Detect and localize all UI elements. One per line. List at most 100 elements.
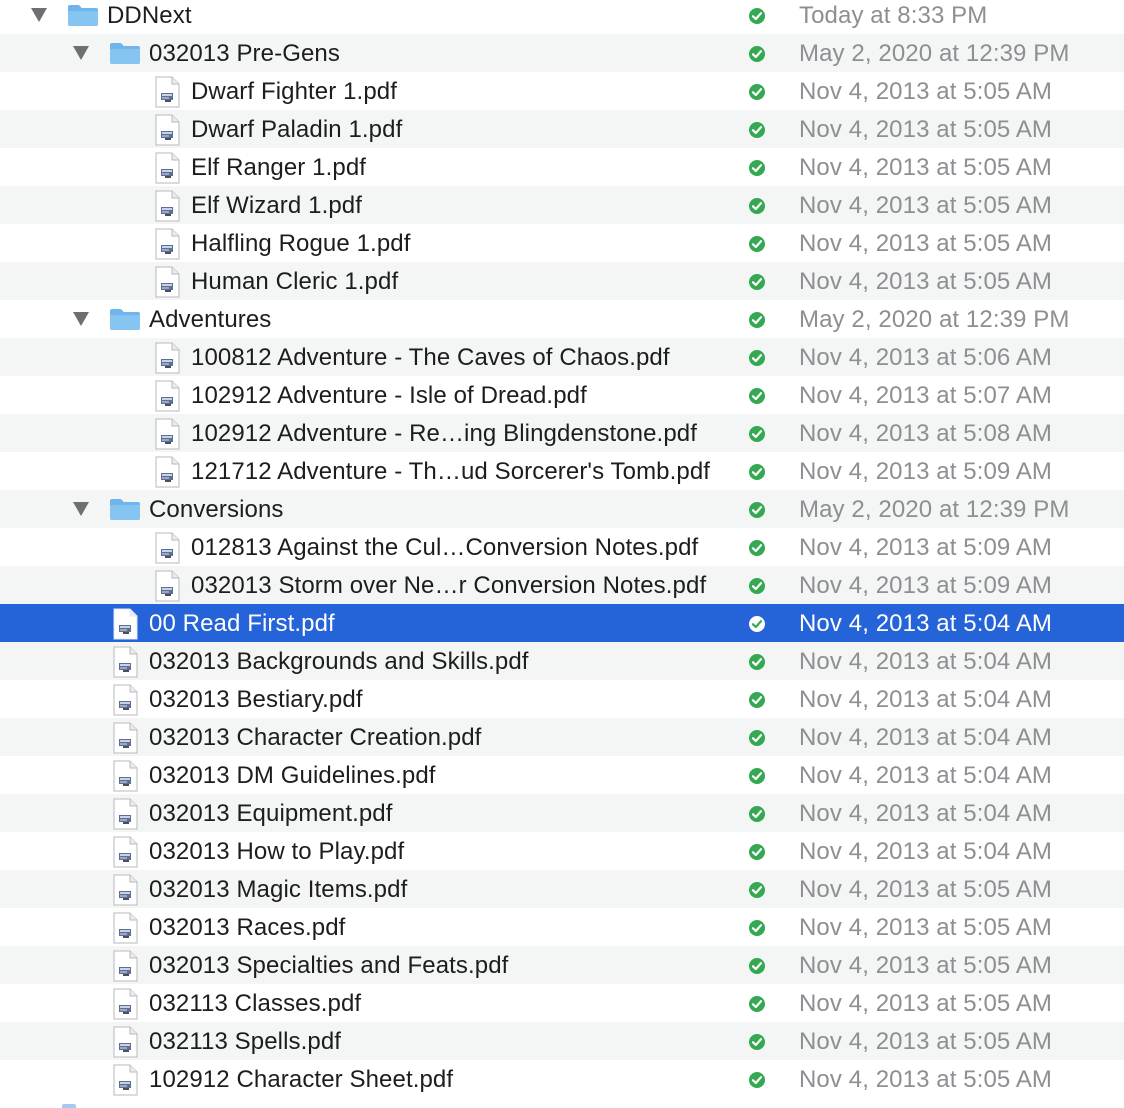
file-row[interactable]: Elf Ranger 1.pdf Nov 4, 2013 at 5:05 AM <box>0 148 1124 186</box>
date-modified: Nov 4, 2013 at 5:09 AM <box>799 572 1053 599</box>
pdf-file-icon <box>154 190 180 222</box>
sync-status-icon <box>748 425 766 443</box>
pdf-file-icon <box>154 76 180 108</box>
folder-icon <box>109 41 141 65</box>
item-name: 032013 Races.pdf <box>149 914 346 941</box>
disclosure-triangle-icon[interactable] <box>30 8 48 24</box>
item-name: 032013 Bestiary.pdf <box>149 686 363 713</box>
pdf-file-icon <box>154 532 180 564</box>
file-row[interactable]: 032013 Magic Items.pdf Nov 4, 2013 at 5:0… <box>0 870 1124 908</box>
sync-status-icon <box>748 881 766 899</box>
item-name: 032113 Classes.pdf <box>149 990 362 1017</box>
file-row[interactable]: 102912 Character Sheet.pdf Nov 4, 2013 at… <box>0 1060 1124 1098</box>
file-row[interactable]: 102912 Adventure - Isle of Dread.pdf Nov … <box>0 376 1124 414</box>
file-row[interactable]: 032013 Equipment.pdf Nov 4, 2013 at 5:04 … <box>0 794 1124 832</box>
folder-row[interactable]: DDNext Today at 8:33 PM <box>0 0 1124 34</box>
pdf-file-icon <box>154 418 180 450</box>
sync-status-icon <box>748 7 766 25</box>
file-row[interactable]: 032013 How to Play.pdf Nov 4, 2013 at 5:0… <box>0 832 1124 870</box>
date-modified: Nov 4, 2013 at 5:05 AM <box>799 192 1053 219</box>
item-name: 032013 Storm over Ne…r Conversion Notes.… <box>191 572 707 599</box>
item-name: 102912 Adventure - Re…ing Blingdenstone.… <box>191 420 697 447</box>
item-name: 00 Read First.pdf <box>149 610 335 637</box>
file-row[interactable]: Human Cleric 1.pdf Nov 4, 2013 at 5:05 AM <box>0 262 1124 300</box>
date-modified: Today at 8:33 PM <box>799 2 988 29</box>
pdf-file-icon <box>112 1064 138 1096</box>
file-row[interactable]: Dwarf Paladin 1.pdf Nov 4, 2013 at 5:05 A… <box>0 110 1124 148</box>
date-modified: Nov 4, 2013 at 5:08 AM <box>799 420 1053 447</box>
pdf-file-icon <box>112 1026 138 1058</box>
item-name: Dwarf Fighter 1.pdf <box>191 78 397 105</box>
file-row[interactable]: Dwarf Fighter 1.pdf Nov 4, 2013 at 5:05 A… <box>0 72 1124 110</box>
folder-icon <box>109 497 141 521</box>
date-modified: Nov 4, 2013 at 5:05 AM <box>799 914 1053 941</box>
pdf-file-icon <box>112 874 138 906</box>
file-row[interactable]: 032013 Specialties and Feats.pdf Nov 4, 2… <box>0 946 1124 984</box>
pdf-file-icon <box>112 912 138 944</box>
file-row[interactable]: 032113 Classes.pdf Nov 4, 2013 at 5:05 AM <box>0 984 1124 1022</box>
item-name: DDNext <box>107 2 192 29</box>
sync-status-icon <box>748 501 766 519</box>
disclosure-triangle-icon[interactable] <box>72 312 90 328</box>
date-modified: Nov 4, 2013 at 5:06 AM <box>799 344 1053 371</box>
file-row[interactable]: 032013 DM Guidelines.pdf Nov 4, 2013 at 5… <box>0 756 1124 794</box>
item-name: 032113 Spells.pdf <box>149 1028 342 1055</box>
date-modified: Nov 4, 2013 at 5:05 AM <box>799 990 1053 1017</box>
item-name: Halfling Rogue 1.pdf <box>191 230 411 257</box>
item-name: 032013 Magic Items.pdf <box>149 876 408 903</box>
file-row[interactable]: 012813 Against the Cul…Conversion Notes.… <box>0 528 1124 566</box>
file-row[interactable]: 121712 Adventure - Th…ud Sorcerer's Tomb… <box>0 452 1124 490</box>
file-row[interactable]: Elf Wizard 1.pdf Nov 4, 2013 at 5:05 AM <box>0 186 1124 224</box>
file-row[interactable]: 032113 Spells.pdf Nov 4, 2013 at 5:05 AM <box>0 1022 1124 1060</box>
folder-row[interactable]: Adventures May 2, 2020 at 12:39 PM <box>0 300 1124 338</box>
date-modified: Nov 4, 2013 at 5:09 AM <box>799 458 1053 485</box>
sync-status-icon <box>748 615 766 633</box>
sync-status-icon <box>748 83 766 101</box>
date-modified: May 2, 2020 at 12:39 PM <box>799 40 1070 67</box>
file-row[interactable]: 032013 Races.pdf Nov 4, 2013 at 5:05 AM <box>0 908 1124 946</box>
date-modified: Nov 4, 2013 at 5:04 AM <box>799 648 1053 675</box>
pdf-file-icon <box>112 950 138 982</box>
pdf-file-icon <box>112 608 138 640</box>
item-name: Adventures <box>149 306 272 333</box>
file-row[interactable]: 032013 Backgrounds and Skills.pdf Nov 4, … <box>0 642 1124 680</box>
file-row[interactable]: Halfling Rogue 1.pdf Nov 4, 2013 at 5:05 … <box>0 224 1124 262</box>
date-modified: May 2, 2020 at 12:39 PM <box>799 496 1070 523</box>
sync-status-icon <box>748 957 766 975</box>
file-row[interactable]: 102912 Adventure - Re…ing Blingdenstone.… <box>0 414 1124 452</box>
pdf-file-icon <box>112 684 138 716</box>
item-name: Conversions <box>149 496 284 523</box>
item-name: 102912 Adventure - Isle of Dread.pdf <box>191 382 587 409</box>
pdf-file-icon <box>154 380 180 412</box>
sync-status-icon <box>748 653 766 671</box>
pdf-file-icon <box>154 570 180 602</box>
pdf-file-icon <box>112 836 138 868</box>
file-row[interactable]: 00 Read First.pdf Nov 4, 2013 at 5:04 AM <box>0 604 1124 642</box>
sync-status-icon <box>748 1071 766 1089</box>
date-modified: Nov 4, 2013 at 5:05 AM <box>799 1066 1053 1093</box>
date-modified: Nov 4, 2013 at 5:05 AM <box>799 876 1053 903</box>
folder-row[interactable]: Conversions May 2, 2020 at 12:39 PM <box>0 490 1124 528</box>
pdf-file-icon <box>112 646 138 678</box>
file-row[interactable]: 032013 Storm over Ne…r Conversion Notes.… <box>0 566 1124 604</box>
item-name: 102912 Character Sheet.pdf <box>149 1066 454 1093</box>
date-modified: Nov 4, 2013 at 5:05 AM <box>799 116 1053 143</box>
folder-row[interactable]: 032013 Pre-Gens May 2, 2020 at 12:39 PM <box>0 34 1124 72</box>
item-name: 032013 DM Guidelines.pdf <box>149 762 436 789</box>
folder-icon <box>67 3 99 27</box>
file-row[interactable]: 032013 Character Creation.pdf Nov 4, 2013… <box>0 718 1124 756</box>
disclosure-triangle-icon[interactable] <box>72 46 90 62</box>
date-modified: Nov 4, 2013 at 5:04 AM <box>799 762 1053 789</box>
pdf-file-icon <box>112 760 138 792</box>
file-row[interactable]: 032013 Bestiary.pdf Nov 4, 2013 at 5:04 A… <box>0 680 1124 718</box>
date-modified: Nov 4, 2013 at 5:05 AM <box>799 952 1053 979</box>
item-name: 100812 Adventure - The Caves of Chaos.pd… <box>191 344 670 371</box>
file-row[interactable]: 100812 Adventure - The Caves of Chaos.pd… <box>0 338 1124 376</box>
sync-status-icon <box>748 995 766 1013</box>
sync-status-icon <box>748 767 766 785</box>
disclosure-triangle-icon[interactable] <box>72 502 90 518</box>
date-modified: Nov 4, 2013 at 5:04 AM <box>799 724 1053 751</box>
sync-status-icon <box>748 539 766 557</box>
sync-status-icon <box>748 843 766 861</box>
sync-status-icon <box>748 1033 766 1051</box>
